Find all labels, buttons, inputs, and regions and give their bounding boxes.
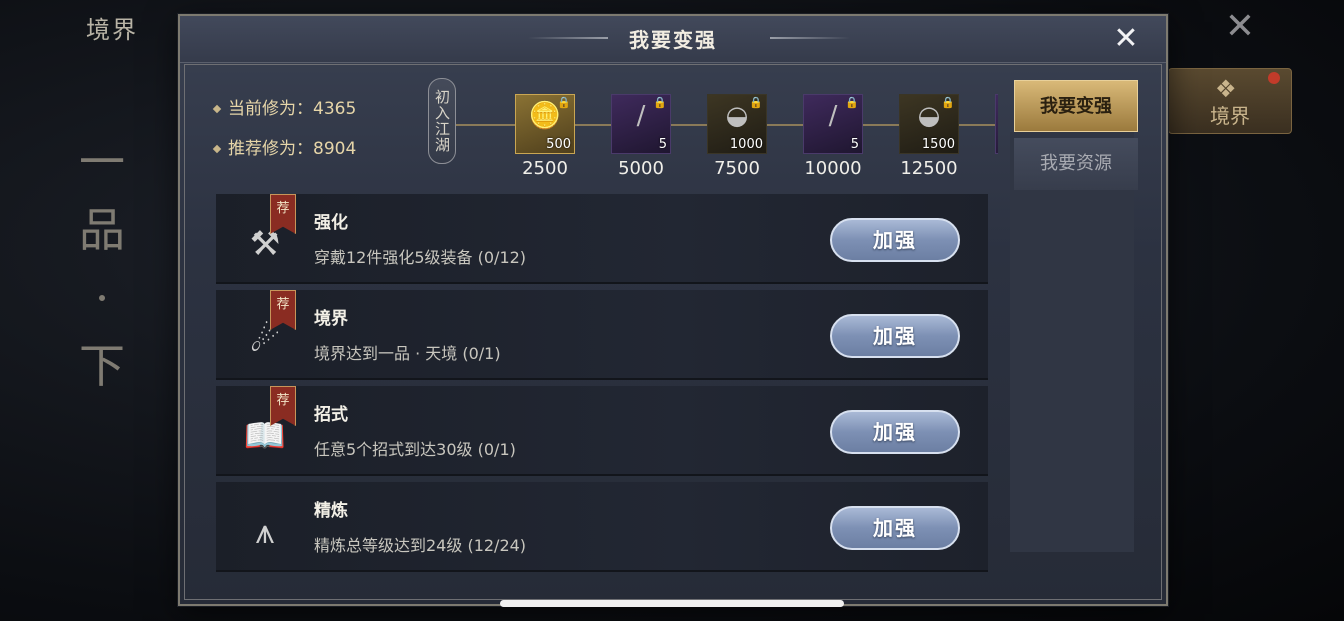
milestone-item[interactable]: / 🔒 5 5000: [596, 94, 686, 179]
task-row: ⩚ 精炼 精炼总等级达到24级 (12/24) 加强: [216, 482, 988, 572]
power-up-dialog: 我要变强 ✕ 当前修为：4365 推荐修为：8904 初入江湖 🪙 🔒 500 …: [178, 14, 1168, 606]
rank-text: 一 品 · 下: [79, 135, 125, 393]
lock-icon: 🔒: [653, 96, 667, 109]
flute-icon[interactable]: / 🔒 5: [611, 94, 671, 154]
silver-ingot-icon[interactable]: ◒ 🔒 1000: [707, 94, 767, 154]
bullet-icon: [212, 104, 222, 114]
flute-icon[interactable]: / 🔒 5: [803, 94, 863, 154]
title-ornament-right: [770, 37, 850, 39]
lock-icon: 🔒: [557, 96, 571, 109]
reward-count: 500: [546, 137, 571, 152]
background-close-icon[interactable]: ✕: [1212, 6, 1268, 47]
milestone-list[interactable]: 🪙 🔒 500 2500 / 🔒 5 5000 ◒ 🔒 1000 7500 / …: [500, 94, 998, 204]
lock-icon: 🔒: [749, 96, 763, 109]
screen-title: 境界: [86, 16, 138, 44]
lock-icon: 🔒: [941, 96, 955, 109]
refine-emblem-icon: ⩚: [255, 512, 275, 552]
milestone-threshold: 15000: [980, 158, 998, 179]
boost-button[interactable]: 加强: [830, 506, 960, 550]
boost-button[interactable]: 加强: [830, 410, 960, 454]
task-title: 精炼: [314, 501, 348, 521]
home-indicator[interactable]: [500, 600, 844, 607]
task-row: ⚒ 荐 强化 穿戴12件强化5级装备 (0/12) 加强: [216, 194, 988, 284]
tab-resources[interactable]: 我要资源: [1014, 138, 1138, 190]
milestone-item[interactable]: ◒ 🔒 1000 7500: [692, 94, 782, 179]
milestone-threshold: 7500: [714, 158, 760, 179]
silver-ingot-icon[interactable]: 🪙 🔒 500: [515, 94, 575, 154]
reward-count: 1000: [729, 137, 763, 152]
notification-dot: [1268, 72, 1280, 84]
milestone-threshold: 10000: [804, 158, 862, 179]
milestone-item[interactable]: / 🔒 5 10000: [788, 94, 878, 179]
milestone-item[interactable]: 🪙 🔒 500 2500: [500, 94, 590, 179]
reward-count: 5: [850, 137, 859, 152]
flute-icon[interactable]: /: [995, 94, 998, 154]
stage-tag: 初入江湖: [428, 78, 456, 164]
bullet-icon: [212, 144, 222, 154]
milestone-threshold: 12500: [900, 158, 958, 179]
current-cultivation: 当前修为：4365: [212, 94, 357, 119]
milestone-item[interactable]: / 15000: [980, 94, 998, 179]
milestone-item[interactable]: ◒ 🔒 1500 12500: [884, 94, 974, 179]
task-title: 境界: [314, 309, 348, 329]
milestone-threshold: 2500: [522, 158, 568, 179]
task-title: 强化: [314, 213, 348, 233]
recommended-cultivation-value: 8904: [313, 139, 357, 159]
task-title: 招式: [314, 405, 348, 425]
task-row: 📖 荐 招式 任意5个招式到达30级 (0/1) 加强: [216, 386, 988, 476]
current-cultivation-value: 4365: [313, 99, 357, 119]
dialog-header: 我要变强 ✕: [180, 16, 1166, 63]
task-desc: 任意5个招式到达30级 (0/1): [314, 440, 516, 459]
task-row: ☄ 荐 境界 境界达到一品 · 天境 (0/1) 加强: [216, 290, 988, 380]
task-desc: 精炼总等级达到24级 (12/24): [314, 536, 527, 555]
realm-button-label: 境界: [1210, 104, 1250, 128]
reward-count: 5: [658, 137, 667, 152]
reward-count: 1500: [921, 137, 955, 152]
recommended-cultivation: 推荐修为：8904: [212, 134, 357, 159]
boost-button[interactable]: 加强: [830, 314, 960, 358]
close-icon[interactable]: ✕: [1106, 20, 1146, 56]
milestone-threshold: 5000: [618, 158, 664, 179]
tab-power-up[interactable]: 我要变强: [1014, 80, 1138, 132]
lock-icon: 🔒: [845, 96, 859, 109]
task-desc: 境界达到一品 · 天境 (0/1): [314, 344, 501, 363]
boost-button[interactable]: 加强: [830, 218, 960, 262]
task-desc: 穿戴12件强化5级装备 (0/12): [314, 248, 527, 267]
task-list[interactable]: ⚒ 荐 强化 穿戴12件强化5级装备 (0/12) 加强 ☄ 荐 境界 境界达到…: [216, 194, 988, 584]
dialog-title: 我要变强: [629, 28, 717, 52]
realm-icon: ❖: [1215, 75, 1237, 103]
silver-ingot-icon[interactable]: ◒ 🔒 1500: [899, 94, 959, 154]
tab-panel: [1010, 132, 1134, 552]
